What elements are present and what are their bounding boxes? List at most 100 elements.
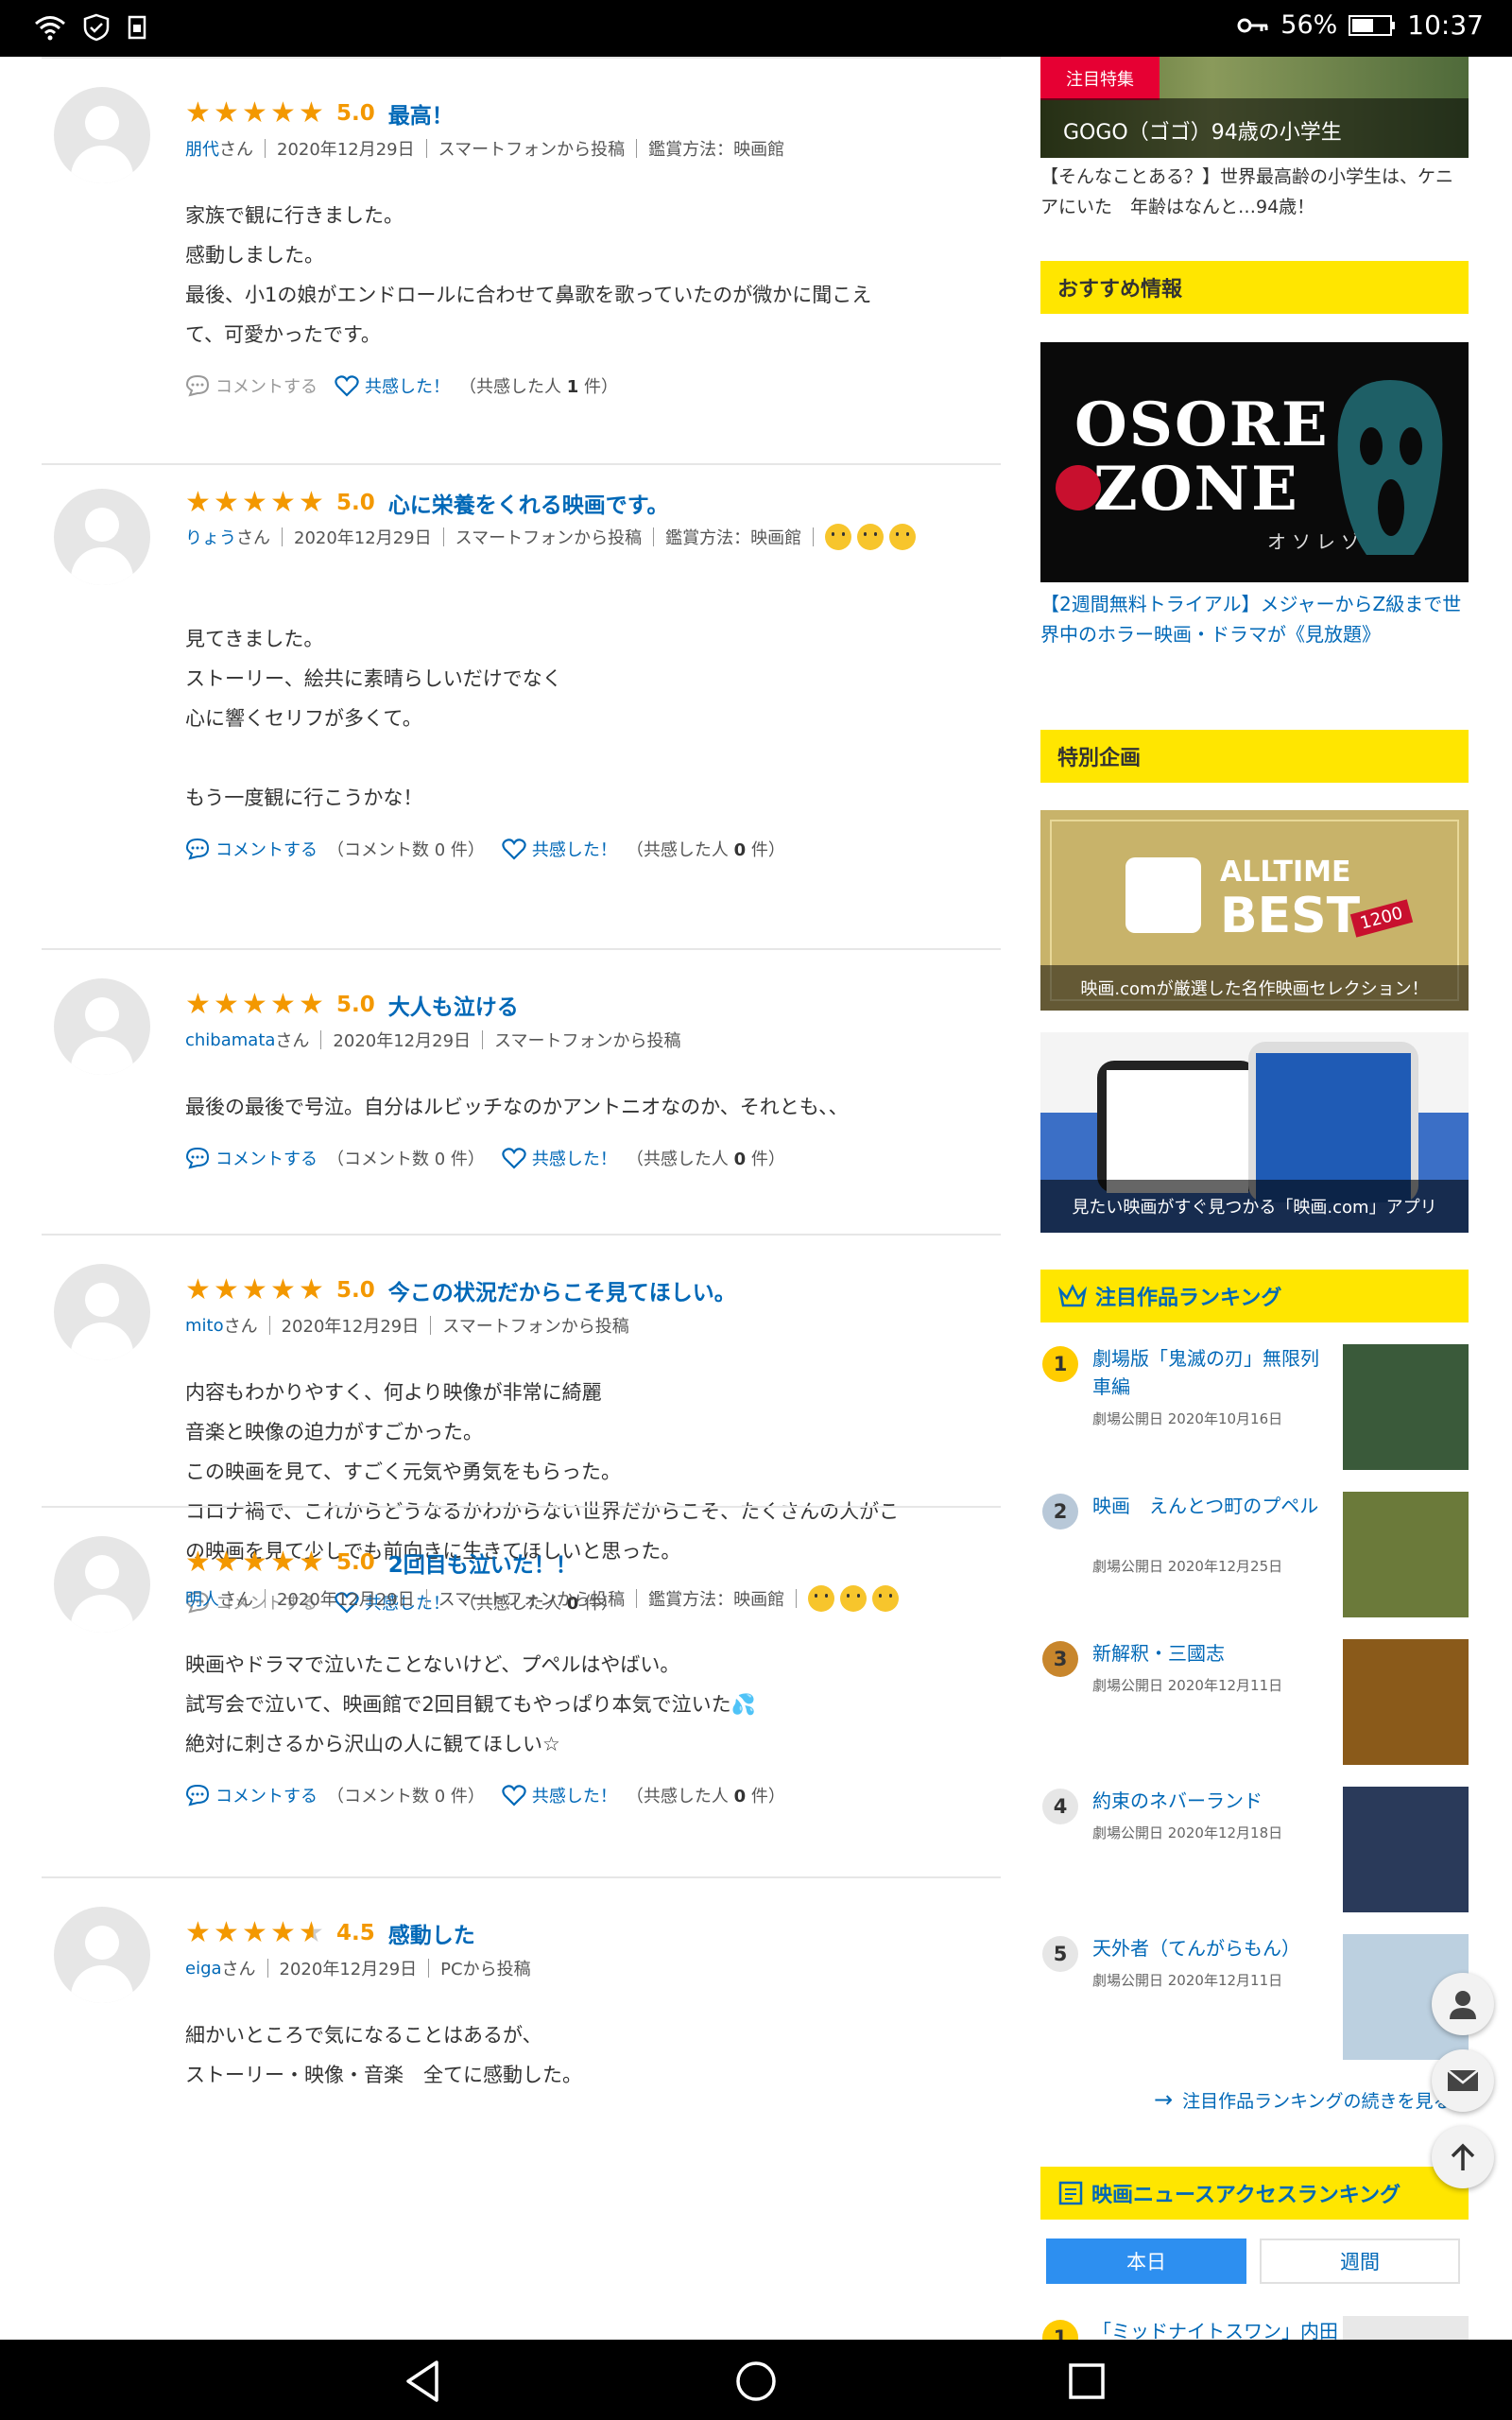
ranking-title[interactable]: 新解釈・三國志 [1092, 1639, 1329, 1668]
rank-number: 5 [1042, 1936, 1078, 1972]
reviewer-name[interactable]: mito [185, 1316, 224, 1336]
back-icon[interactable] [399, 2357, 448, 2406]
review-header: ★ ★ ★ ★ ★ 5.0 今この状況だからこそ見てほしい。 [185, 1271, 736, 1309]
review-date: 2020年12月29日 [279, 1960, 418, 1979]
ranking-thumbnail[interactable] [1343, 1639, 1469, 1765]
review-body: 家族で観に行きました。 感動しました。 最後、小1の娘がエンドロールに合わせて鼻歌を… [185, 196, 1001, 354]
star-icon: ★ [299, 96, 324, 130]
review-text-line: 細かいところで気になることはあるが、 [185, 2024, 542, 2047]
review-body: 最後の最後で号泣。自分はルビッチなのかアントニオなのか、それとも、、 [185, 1087, 1001, 1127]
star-icon: ★ [270, 486, 296, 519]
review-text-line: 音楽と映像の迫力がすごかった。 [185, 1421, 483, 1443]
comment-button[interactable]: コメントする [185, 1783, 318, 1807]
star-icon: ★ [270, 1916, 296, 1949]
news-item[interactable]: 1 「ミッドナイトスワン」内田 [1040, 2316, 1469, 2340]
like-button[interactable]: 共感した！ [335, 373, 450, 398]
ranking-thumbnail[interactable] [1343, 1787, 1469, 1912]
feature-banner[interactable]: 注目特集 GOGO（ゴゴ）94歳の小学生 [1040, 57, 1469, 158]
recommend-heading: おすすめ情報 [1040, 261, 1469, 314]
review-title[interactable]: 最高！ [388, 97, 454, 130]
ranking-item[interactable]: 2 映画 えんとつ町のプペル 劇場公開日 2020年12月25日 [1040, 1492, 1469, 1619]
star-icon: ★ [299, 988, 324, 1021]
ranking-title[interactable]: 約束のネバーランド [1092, 1787, 1329, 1815]
ranking-item[interactable]: 1 劇場版「鬼滅の刃」無限列車編 劇場公開日 2020年10月16日 [1040, 1344, 1469, 1472]
ranking-title[interactable]: 劇場版「鬼滅の刃」無限列車編 [1092, 1344, 1329, 1401]
review-meta: りょう さん 2020年12月29日 スマートフォンから投稿 鑑賞方法：映画館 [185, 524, 998, 550]
news-tabs: 本日 週間 [1040, 2238, 1460, 2284]
sidebar: 注目特集 GOGO（ゴゴ）94歳の小学生 【そんなことある？】世界最高齢の小学生… [1040, 57, 1469, 2340]
status-bar: 56% 10:37 [0, 0, 1512, 57]
review-date: 2020年12月29日 [277, 140, 415, 160]
review-title[interactable]: 2回目も泣いた！！ [388, 1547, 577, 1579]
recommend-link[interactable]: 【2週間無料トライアル】メジャーからZ級まで世界中のホラー映画・ドラマが《見放題… [1040, 589, 1469, 649]
review-text-line: 絶対に刺さるから沢山の人に観てほしい☆ [185, 1733, 560, 1755]
ranking-item[interactable]: 5 天外者（てんがらもん） 劇場公開日 2020年12月11日 [1040, 1934, 1469, 2062]
ranking-item[interactable]: 4 約束のネバーランド 劇場公開日 2020年12月18日 [1040, 1787, 1469, 1914]
rating-stars: ★ ★ ★ ★ ★ [185, 96, 325, 130]
review-title[interactable]: 大人も泣ける [388, 989, 519, 1021]
feature-link[interactable]: 【そんなことある？】世界最高齢の小学生は、ケニアにいた 年齢はなんと…94歳！ [1040, 162, 1469, 222]
scroll-top-button[interactable] [1432, 2126, 1494, 2188]
comment-button[interactable]: コメントする [185, 373, 318, 398]
tab-today[interactable]: 本日 [1046, 2238, 1246, 2284]
scream-face-icon [1337, 380, 1443, 555]
ranking-title[interactable]: 映画 えんとつ町のプペル [1092, 1492, 1329, 1520]
feature-caption: GOGO（ゴゴ）94歳の小学生 [1063, 121, 1342, 145]
home-icon[interactable] [731, 2357, 781, 2406]
review-title[interactable]: 今この状況だからこそ見てほしい。 [388, 1274, 736, 1306]
like-button[interactable]: 共感した！ [502, 1146, 617, 1170]
review-actions: コメントする 共感した！ （共感した人 1 件） [185, 373, 618, 398]
emotion-icon [840, 1585, 868, 1612]
ranking-thumbnail[interactable] [1343, 1492, 1469, 1617]
ranking-item[interactable]: 3 新解釈・三國志 劇場公開日 2020年12月11日 [1040, 1639, 1469, 1767]
mail-button[interactable] [1432, 2049, 1494, 2112]
recents-icon[interactable] [1062, 2357, 1111, 2406]
star-icon: ★ [185, 1273, 211, 1306]
star-icon: ★ [242, 1273, 267, 1306]
reviewer-name[interactable]: eiga [185, 1959, 222, 1979]
like-button[interactable]: 共感した！ [502, 1783, 617, 1807]
ranking-release-date: 劇場公開日 2020年12月11日 [1092, 1972, 1283, 1989]
alltime-best-banner[interactable]: ALLTIME BEST 1200 映画.comが厳選した名作映画セレクション！ [1040, 810, 1469, 1011]
ranking-thumbnail[interactable] [1343, 1344, 1469, 1470]
star-icon: ★ [242, 988, 267, 1021]
review-text-line: 心に響くセリフが多くて。 [185, 707, 422, 730]
star-icon: ★ [242, 1546, 267, 1579]
app-banner[interactable]: 見たい映画がすぐ見つかる「映画.com」アプリ [1040, 1032, 1469, 1233]
review-title[interactable]: 感動した [388, 1917, 475, 1949]
tab-week[interactable]: 週間 [1260, 2238, 1460, 2284]
review-text-line: て、可愛かったです。 [185, 323, 381, 346]
account-button[interactable] [1432, 1973, 1494, 2035]
review-item: ★ ★ ★ ★ ★ 5.0 2回目も泣いた！！ 明人 さん 2020年12月29日 スマートフォンか… [42, 1506, 1001, 1876]
app-caption: 見たい映画がすぐ見つかる「映画.com」アプリ [1040, 1180, 1469, 1233]
avatar [54, 1907, 150, 2003]
comment-count: （コメント数 0 件） [327, 1787, 485, 1806]
news-title: 「ミッドナイトスワン」内田 [1092, 2320, 1338, 2340]
reviewer-name[interactable]: chibamata [185, 1030, 275, 1050]
reviewer-name[interactable]: 明人 [185, 1586, 219, 1611]
comment-button[interactable]: コメントする [185, 837, 318, 861]
reviewer-name[interactable]: 朋代 [185, 136, 219, 161]
osore-logo-top: OSORE [1074, 389, 1330, 460]
star-icon: ★ [185, 1546, 211, 1579]
ranking-release-date: 劇場公開日 2020年10月16日 [1092, 1410, 1283, 1427]
wifi-icon [35, 16, 65, 41]
ranking-release-date: 劇場公開日 2020年12月11日 [1092, 1677, 1283, 1694]
viewing-method: 鑑賞方法：映画館 [665, 528, 802, 548]
ranking-more-link[interactable]: → 注目作品ランキングの続きを見る [1154, 2086, 1452, 2113]
star-icon: ★ [214, 988, 239, 1021]
like-button[interactable]: 共感した！ [502, 837, 617, 861]
osore-zone-banner[interactable]: OSORE ZONE オソレゾーン [1040, 342, 1469, 582]
review-meta: chibamata さん 2020年12月29日 スマートフォンから投稿 [185, 1028, 998, 1052]
ranking-title[interactable]: 天外者（てんがらもん） [1092, 1934, 1329, 1962]
reviewer-name[interactable]: りょう [185, 525, 236, 549]
avatar [54, 1536, 150, 1633]
comment-button[interactable]: コメントする [185, 1146, 318, 1170]
review-actions: コメントする （コメント数 0 件） 共感した！ （共感した人 0 件） [185, 837, 785, 861]
star-icon: ★ [270, 988, 296, 1021]
review-date: 2020年12月29日 [277, 1590, 415, 1610]
review-title[interactable]: 心に栄養をくれる映画です。 [388, 487, 669, 519]
like-count-text: （共感した人 0 件） [626, 840, 785, 860]
shield-icon [83, 13, 110, 42]
alltime-caption: 映画.comが厳選した名作映画セレクション！ [1040, 965, 1469, 1011]
